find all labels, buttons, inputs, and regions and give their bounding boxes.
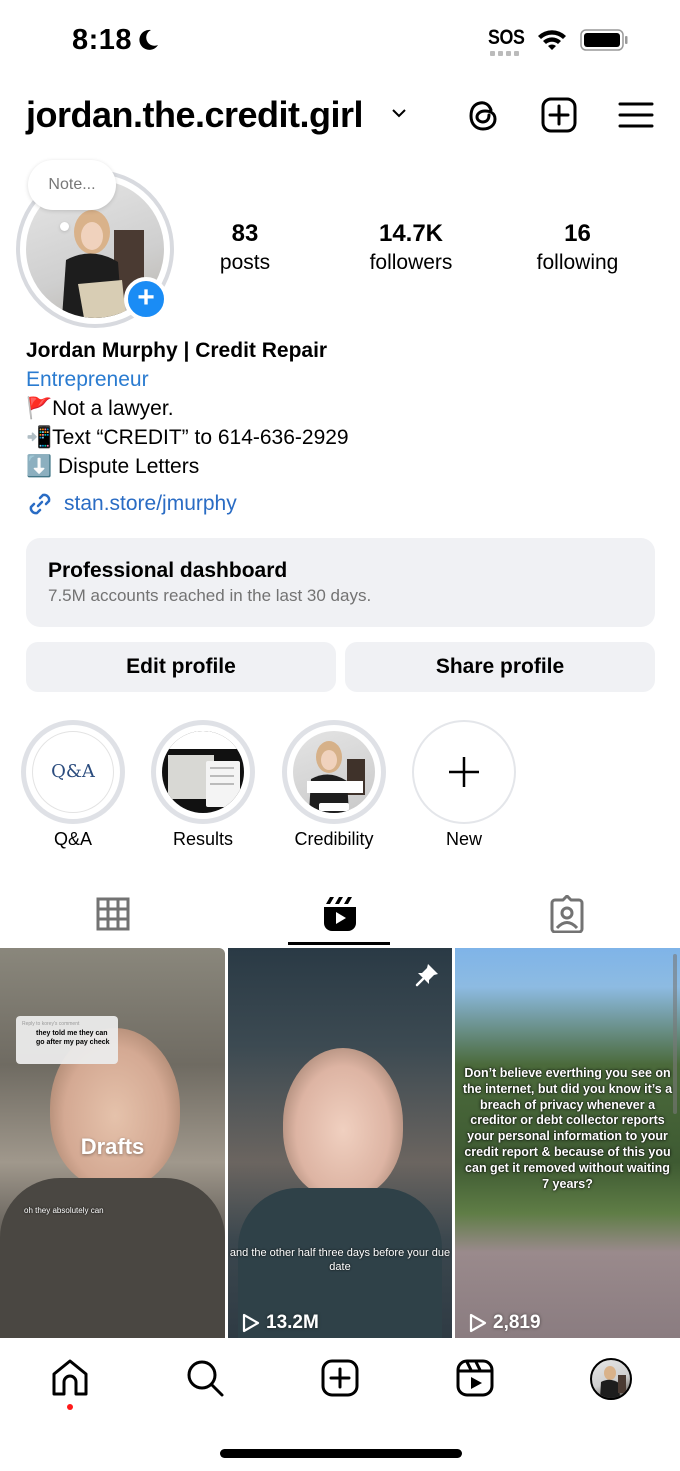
threads-icon[interactable] — [464, 96, 502, 134]
play-icon — [242, 1313, 260, 1333]
highlight-results[interactable]: Results — [151, 720, 255, 850]
sos-indicator: SOS — [488, 26, 525, 49]
followers-label: followers — [369, 251, 453, 274]
tab-grid[interactable] — [0, 882, 226, 946]
wifi-icon — [538, 30, 566, 50]
scrollbar[interactable] — [673, 954, 677, 1114]
tagged-icon — [550, 895, 584, 933]
do-not-disturb-moon-icon — [139, 29, 158, 50]
video-caption: and the other half three days before you… — [229, 1247, 451, 1273]
reels-grid: Reply to korey's comment they told me th… — [0, 948, 680, 1338]
create-icon[interactable] — [320, 1358, 360, 1398]
highlight-credibility[interactable]: Credibility — [282, 720, 386, 850]
grid-icon — [96, 897, 130, 931]
bio-line: 📲Text “CREDIT” to 614-636-2929 — [26, 426, 349, 449]
battery-icon — [580, 29, 628, 51]
reply-comment-sticker: Reply to korey's comment they told me th… — [16, 1016, 118, 1064]
reels-icon — [324, 897, 356, 931]
status-time: 8:18 — [72, 24, 133, 56]
view-count-text: 2,819 — [493, 1312, 541, 1333]
home-indicator[interactable] — [220, 1449, 462, 1458]
reels-nav-icon[interactable] — [455, 1358, 495, 1398]
grid-item-reel[interactable]: and the other half three days before you… — [228, 948, 452, 1338]
highlight-label: New — [445, 829, 482, 849]
highlight-label: Credibility — [294, 829, 374, 849]
view-count: 2,819 — [469, 1312, 541, 1334]
plus-icon — [449, 757, 479, 787]
video-caption: oh they absolutely can — [24, 1206, 104, 1215]
view-count-text: 13.2M — [266, 1312, 319, 1333]
video-caption: Don’t believe everthing you see on the i… — [462, 1066, 673, 1191]
menu-icon[interactable] — [617, 96, 655, 134]
bio: Jordan Murphy | Credit Repair Entreprene… — [26, 336, 656, 518]
dashboard-title: Professional dashboard — [48, 559, 288, 582]
play-icon — [469, 1313, 487, 1333]
posts-label: posts — [219, 251, 271, 274]
note-bubble-tail — [60, 222, 69, 231]
grid-item-reel[interactable]: Don’t believe everthing you see on the i… — [455, 948, 680, 1338]
reply-meta: Reply to korey's comment — [22, 1021, 80, 1027]
add-story-button[interactable]: + — [124, 277, 168, 321]
video-thumbnail-body — [0, 1178, 225, 1338]
credibility-cover-image — [293, 731, 375, 813]
stat-following[interactable]: 16 following — [520, 219, 635, 277]
notification-dot — [67, 1404, 73, 1410]
search-icon[interactable] — [185, 1358, 225, 1398]
profile-header: jordan.the.credit.girl — [0, 90, 680, 142]
video-thumbnail — [283, 1048, 403, 1198]
bottom-nav — [0, 1340, 680, 1420]
highlight-qa[interactable]: Q&A Q&A — [21, 720, 125, 850]
signal-dots — [490, 51, 519, 56]
dashboard-subtitle: 7.5M accounts reached in the last 30 day… — [48, 586, 372, 605]
followers-count: 14.7K — [378, 220, 444, 247]
highlight-cover — [151, 720, 255, 824]
edit-profile-button[interactable]: Edit profile — [26, 642, 336, 692]
stat-followers[interactable]: 14.7K followers — [350, 219, 472, 277]
content-tabs — [0, 882, 680, 946]
link-icon — [29, 493, 51, 514]
grid-item-draft[interactable]: Reply to korey's comment they told me th… — [0, 948, 225, 1338]
qa-cover-text: Q&A — [32, 731, 114, 813]
new-post-icon[interactable] — [540, 96, 578, 134]
display-name: Jordan Murphy | Credit Repair — [26, 339, 328, 362]
following-count: 16 — [564, 220, 591, 247]
highlight-label: Results — [172, 829, 234, 849]
highlight-cover: Q&A — [21, 720, 125, 824]
following-label: following — [536, 251, 619, 274]
tab-tagged[interactable] — [454, 882, 680, 946]
results-cover-image — [162, 731, 244, 813]
bio-line: 🚩Not a lawyer. — [26, 397, 174, 420]
bio-link-text[interactable]: stan.store/jmurphy — [64, 489, 237, 518]
tab-reels[interactable] — [227, 882, 453, 946]
highlight-cover — [412, 720, 516, 824]
share-profile-button[interactable]: Share profile — [345, 642, 655, 692]
home-icon[interactable] — [50, 1358, 90, 1398]
professional-dashboard[interactable]: Professional dashboard 7.5M accounts rea… — [26, 538, 655, 627]
username-switcher[interactable]: jordan.the.credit.girl — [26, 94, 364, 136]
posts-count: 83 — [231, 220, 259, 247]
profile-category[interactable]: Entrepreneur — [26, 365, 656, 394]
chevron-down-icon[interactable] — [390, 104, 408, 122]
profile-nav-avatar[interactable] — [590, 1358, 632, 1400]
reply-text: they told me they can go after my pay ch… — [36, 1030, 110, 1046]
drafts-label: Drafts — [80, 1134, 145, 1159]
note-bubble[interactable]: Note... — [28, 160, 116, 210]
pin-icon — [415, 964, 438, 987]
bio-line: ⬇️ Dispute Letters — [26, 455, 200, 478]
bio-link[interactable]: stan.store/jmurphy — [26, 489, 656, 518]
stat-posts[interactable]: 83 posts — [195, 219, 295, 277]
view-count: 13.2M — [242, 1312, 319, 1334]
highlight-cover — [282, 720, 386, 824]
new-highlight-button[interactable]: New — [412, 720, 516, 850]
active-tab-indicator — [288, 942, 390, 945]
status-bar: 8:18 SOS — [0, 0, 680, 80]
highlight-label: Q&A — [53, 829, 92, 849]
